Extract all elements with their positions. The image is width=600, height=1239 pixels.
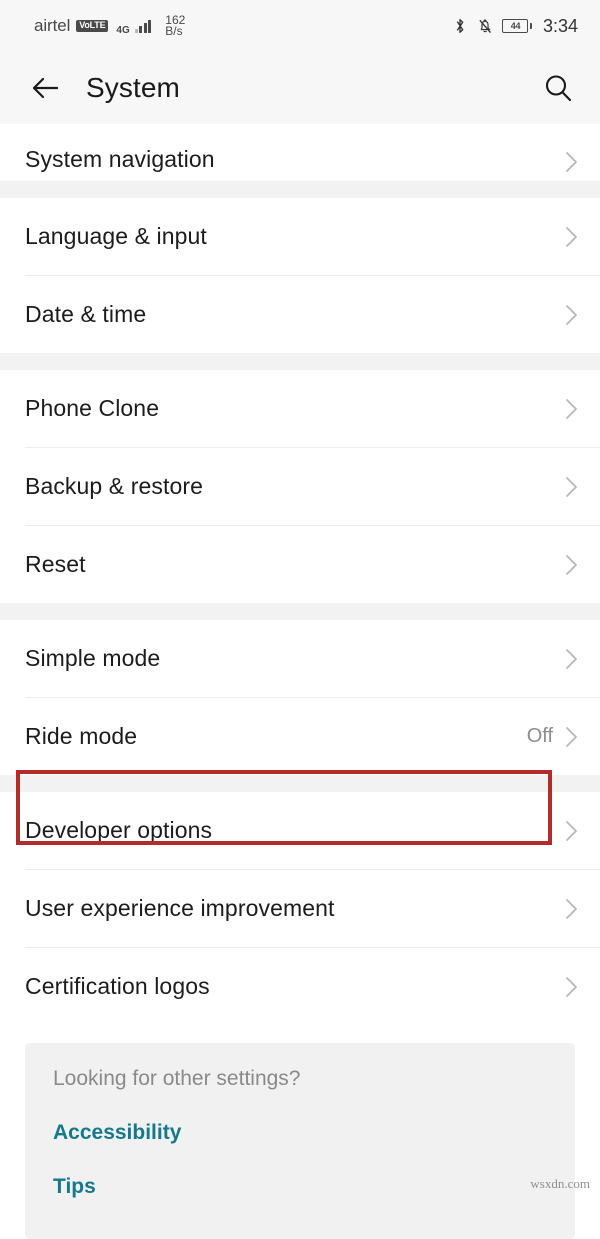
status-bar: airtel VoLTE 4G 162 B/s 44 3:34 [0,0,600,52]
chevron-right-icon [566,398,577,419]
volte-badge: VoLTE [76,20,109,32]
data-rate-indicator: 162 B/s [165,14,185,38]
app-bar: System [0,52,600,124]
row-label: Reset [25,551,86,577]
settings-row-developer-options[interactable]: Developer options [0,792,600,869]
row-value-status: Off [526,725,553,747]
chevron-right-icon [566,820,577,841]
battery-icon: 44 [502,19,532,33]
settings-row-simple-mode[interactable]: Simple mode [0,620,600,697]
status-bar-left: airtel VoLTE 4G 162 B/s [34,14,185,38]
settings-group-locale: Language & input Date & time [0,198,600,353]
signal-strength-icon [134,19,152,33]
back-arrow-icon[interactable] [28,71,62,105]
settings-group-navigation: System navigation [0,124,600,181]
settings-row-user-experience-improvement[interactable]: User experience improvement [0,870,600,947]
search-icon[interactable] [542,72,574,104]
group-separator [0,775,600,792]
row-label: Date & time [25,301,147,327]
settings-list[interactable]: System navigation Language & input Date … [0,124,600,1239]
settings-row-language-input[interactable]: Language & input [0,198,600,275]
chevron-right-icon [566,648,577,669]
chevron-right-icon [566,304,577,325]
row-label: User experience improvement [25,895,335,921]
page-title: System [86,72,180,103]
settings-row-reset[interactable]: Reset [0,526,600,603]
settings-group-advanced: Developer options User experience improv… [0,792,600,1025]
settings-row-system-navigation[interactable]: System navigation [0,124,600,181]
group-separator [0,603,600,620]
group-separator [0,353,600,370]
chevron-right-icon [566,976,577,997]
data-rate-unit: B/s [165,24,183,38]
network-type-label: 4G [116,25,130,36]
settings-row-backup-restore[interactable]: Backup & restore [0,448,600,525]
row-label: Backup & restore [25,473,204,499]
chevron-right-icon [566,726,577,747]
other-settings-card: Looking for other settings? Accessibilit… [25,1043,575,1239]
row-label: Certification logos [25,973,210,999]
settings-group-data: Phone Clone Backup & restore Reset [0,370,600,603]
row-label: System navigation [25,146,215,172]
chevron-right-icon [566,554,577,575]
settings-row-ride-mode[interactable]: Ride mode Off [0,698,600,775]
bell-muted-icon [479,19,492,34]
carrier-label: airtel [34,16,71,35]
row-label: Phone Clone [25,395,160,421]
bluetooth-icon [457,19,464,33]
chevron-right-icon [566,898,577,919]
clock-label: 3:34 [542,15,578,36]
link-tips[interactable]: Tips [53,1175,575,1199]
chevron-right-icon [566,476,577,497]
row-label: Language & input [25,223,207,249]
settings-group-modes: Simple mode Ride mode Off [0,620,600,775]
row-label: Ride mode [25,723,138,749]
settings-row-phone-clone[interactable]: Phone Clone [0,370,600,447]
chevron-right-icon [566,152,577,172]
row-label: Developer options [25,817,213,843]
settings-row-certification-logos[interactable]: Certification logos [0,948,600,1025]
other-settings-heading: Looking for other settings? [53,1067,301,1090]
row-label: Simple mode [25,645,161,671]
settings-row-date-time[interactable]: Date & time [0,276,600,353]
link-accessibility[interactable]: Accessibility [53,1121,575,1145]
watermark: wsxdn.com [530,1176,590,1191]
group-separator [0,181,600,198]
battery-level-label: 44 [510,21,521,31]
status-bar-right: 44 3:34 [452,16,578,37]
chevron-right-icon [566,226,577,247]
